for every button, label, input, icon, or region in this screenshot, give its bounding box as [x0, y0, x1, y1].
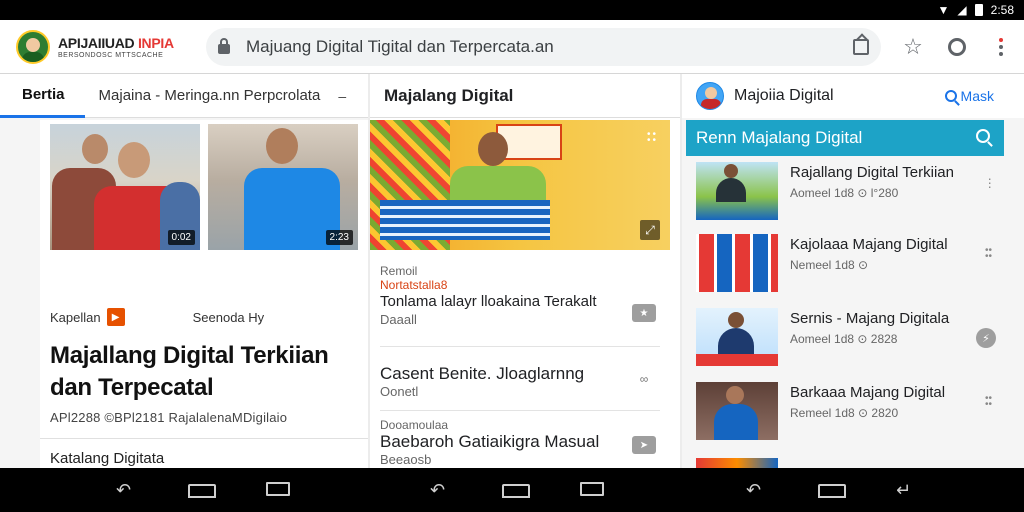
- share-icon[interactable]: ➤: [632, 436, 656, 454]
- menu-button[interactable]: [979, 37, 1023, 56]
- list-item[interactable]: Remoil Nortatstalla8 Tonlama lalayr lloa…: [380, 264, 660, 327]
- right-pane: Majoiia Digital Mask Renn Majalang Digit…: [682, 74, 1024, 468]
- recents-icon[interactable]: [580, 482, 604, 496]
- grid-dots-icon[interactable]: •• ••: [985, 394, 992, 410]
- logo-subtitle: BERSONDOSC MTTSCACHE: [58, 51, 164, 59]
- section-bar: Renn Majalang Digital: [686, 120, 1004, 156]
- list-item[interactable]: Barkaaa Majang Digital Remeel 1d8 ⊙ 2820…: [696, 382, 996, 442]
- link-icon[interactable]: ∞: [632, 370, 656, 388]
- bookmark-star-icon[interactable]: ☆: [891, 34, 935, 60]
- video-thumbnail[interactable]: 0:02: [50, 124, 200, 250]
- section-bar-title: Renn Majalang Digital: [696, 128, 863, 147]
- video-thumbnail[interactable]: [696, 308, 778, 366]
- browser-toolbar: APIJAIIUAD INPIA BERSONDOSC MTTSCACHE Ma…: [0, 20, 1024, 74]
- video-duration: 2:23: [325, 230, 353, 245]
- back-icon[interactable]: ↶: [116, 481, 131, 499]
- video-thumbnail[interactable]: 2:23: [208, 124, 358, 250]
- rotate-icon[interactable]: ↵: [896, 481, 911, 499]
- tab-majaina[interactable]: Majaina - Meringa.nn Perpcrolata: [85, 74, 335, 118]
- list-item[interactable]: Dooamoulaa Baebaroh Gatiaikigra Masual B…: [380, 418, 660, 467]
- recents-icon[interactable]: [266, 482, 290, 496]
- status-bar: ▼ ◢ 2:58: [0, 0, 1024, 20]
- channel-title[interactable]: Majoiia Digital: [734, 87, 834, 105]
- bolt-icon[interactable]: ⚡: [976, 328, 996, 348]
- kebab-menu-icon: [999, 37, 1003, 56]
- tabs-circle-icon: [948, 37, 966, 56]
- lock-icon: [218, 37, 230, 54]
- logo-avatar-icon: [16, 29, 50, 64]
- system-nav-bar: ↶ ↶ ↶ ↵: [0, 468, 1024, 512]
- list-item[interactable]: Casent Benite. Jloaglarnng Oonetl ∞: [380, 364, 660, 399]
- list-item[interactable]: Sernis - Majang Digitala Aomeel 1d8 ⊙ 28…: [696, 308, 996, 368]
- play-badge-icon: ▶: [106, 308, 125, 326]
- article-meta: Kapellan ▶ Seenoda Hy: [50, 308, 360, 326]
- home-icon[interactable]: [502, 484, 530, 498]
- grid-dots-icon[interactable]: •• ••: [985, 246, 992, 262]
- video-thumbnail[interactable]: [696, 458, 778, 468]
- bookmark-icon[interactable]: ★: [632, 304, 656, 322]
- status-time: 2:58: [990, 3, 1014, 17]
- video-thumbnail[interactable]: [696, 382, 778, 440]
- video-thumbnail[interactable]: [696, 162, 778, 220]
- battery-icon: [974, 4, 983, 16]
- wifi-icon: ▼: [937, 3, 950, 17]
- search-icon: [976, 129, 990, 143]
- middle-pane: Majalang Digital •• •• ⤢ Remoil Nortatsta…: [370, 74, 680, 468]
- divider: [380, 410, 660, 411]
- article-subline: APl2288 ©BPl2181 RajalalenaMDigilaio: [50, 410, 288, 425]
- video-player[interactable]: •• •• ⤢: [370, 120, 670, 250]
- back-icon[interactable]: ↶: [746, 481, 761, 499]
- share-icon[interactable]: [853, 38, 869, 55]
- video-thumbnail[interactable]: [696, 234, 778, 292]
- list-item[interactable]: Kajolaaa Majang Digital Nemeel 1d8 ⊙ •• •…: [696, 234, 996, 294]
- section-title: Katalang Digitata: [50, 450, 165, 467]
- list-item[interactable]: Rajallang Digital Terkiian Aomeel 1d8 ⊙ …: [696, 162, 996, 222]
- tab-bar: Bertia Majaina - Meringa.nn Perpcrolata …: [0, 74, 368, 118]
- divider: [380, 346, 660, 347]
- home-icon[interactable]: [818, 484, 846, 498]
- grid-dots-icon[interactable]: •• ••: [647, 130, 658, 146]
- home-icon[interactable]: [188, 484, 216, 498]
- search-link[interactable]: Mask: [944, 88, 994, 104]
- channel-header: Majoiia Digital Mask: [682, 74, 1024, 118]
- tabs-button[interactable]: [935, 37, 979, 56]
- url-text[interactable]: Majuang Digital Tigital dan Terpercata.a…: [246, 37, 853, 57]
- url-bar[interactable]: Majuang Digital Tigital dan Terpercata.a…: [206, 27, 881, 66]
- tab-bertia[interactable]: Bertia: [0, 74, 85, 118]
- category-label[interactable]: Kapellan: [50, 310, 101, 325]
- thumbnail-row: 0:02 2:23: [50, 124, 358, 250]
- video-duration: 0:02: [167, 230, 195, 245]
- logo-title: APIJAIIUAD INPIA: [58, 34, 174, 51]
- divider: [40, 438, 368, 439]
- fullscreen-icon[interactable]: ⤢: [640, 220, 660, 240]
- site-logo[interactable]: APIJAIIUAD INPIA BERSONDOSC MTTSCACHE: [16, 29, 186, 64]
- channel-avatar[interactable]: [696, 82, 724, 110]
- pane-title: Majalang Digital: [370, 74, 680, 118]
- tab-overflow-icon[interactable]: –: [334, 88, 350, 104]
- article-headline[interactable]: Majallang Digital Terkiian dan Terpecata…: [50, 340, 360, 404]
- left-pane: Bertia Majaina - Meringa.nn Perpcrolata …: [0, 74, 368, 468]
- news-card: 0:02 2:23 Kapellan ▶ Seenoda Hy Majallan…: [40, 120, 368, 468]
- more-options-icon[interactable]: · · ·: [987, 171, 992, 193]
- search-icon: [944, 90, 957, 102]
- signal-icon: ◢: [957, 3, 967, 17]
- bar-search-button[interactable]: [976, 128, 990, 148]
- back-icon[interactable]: ↶: [430, 481, 445, 499]
- source-label[interactable]: Seenoda Hy: [193, 310, 265, 325]
